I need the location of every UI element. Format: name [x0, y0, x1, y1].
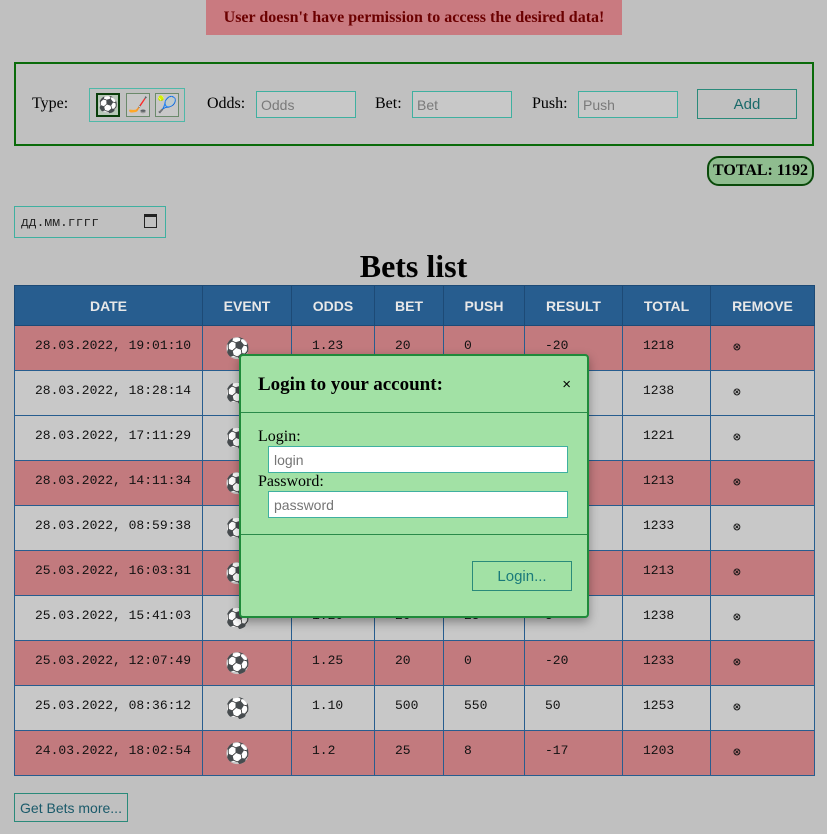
cell-date: 28.03.2022, 19:01:10: [14, 325, 203, 371]
cell-date: 28.03.2022, 08:59:38: [14, 505, 203, 551]
table-header-row: DATE EVENT ODDS BET PUSH RESULT TOTAL RE…: [14, 285, 815, 326]
cell-date: 25.03.2022, 16:03:31: [14, 550, 203, 596]
cell-odds: 1.2: [291, 730, 375, 776]
password-input[interactable]: [268, 491, 568, 518]
cell-total: 1213: [622, 460, 711, 506]
cell-bet: 500: [374, 685, 444, 731]
cell-total: 1221: [622, 415, 711, 461]
cell-total: 1203: [622, 730, 711, 776]
col-header-push[interactable]: PUSH: [443, 285, 525, 326]
push-label: Push:: [532, 95, 568, 112]
cell-push: 550: [443, 685, 525, 731]
soccer-ball-icon: ⚽: [202, 640, 292, 686]
remove-icon[interactable]: ⊗: [710, 460, 815, 506]
col-header-odds[interactable]: ODDS: [291, 285, 375, 326]
tennis-racket-icon[interactable]: 🎾: [155, 93, 179, 117]
close-icon[interactable]: ×: [562, 376, 571, 393]
cell-date: 25.03.2022, 12:07:49: [14, 640, 203, 686]
cell-result: -17: [524, 730, 623, 776]
total-badge: TOTAL: 1192: [707, 156, 814, 186]
col-header-date[interactable]: DATE: [14, 285, 203, 326]
cell-result: -20: [524, 640, 623, 686]
col-header-event[interactable]: EVENT: [202, 285, 292, 326]
table-row: 24.03.2022, 18:02:54 ⚽ 1.2 25 8 -17 1203 ⊗: [14, 730, 815, 776]
cell-total: 1218: [622, 325, 711, 371]
permission-alert: User doesn't have permission to access t…: [206, 0, 622, 35]
login-submit-button[interactable]: Login...: [472, 561, 572, 591]
col-header-total[interactable]: TOTAL: [622, 285, 711, 326]
page-title: Bets list: [359, 248, 468, 284]
remove-icon[interactable]: ⊗: [710, 730, 815, 776]
cell-total: 1238: [622, 595, 711, 641]
password-label: Password:: [258, 473, 324, 490]
cell-date: 28.03.2022, 14:11:34: [14, 460, 203, 506]
soccer-ball-icon[interactable]: ⚽: [96, 93, 120, 117]
cell-total: 1213: [622, 550, 711, 596]
login-modal: Login to your account: × Login: Password…: [239, 354, 589, 618]
type-label: Type:: [32, 95, 69, 112]
cell-push: 8: [443, 730, 525, 776]
remove-icon[interactable]: ⊗: [710, 505, 815, 551]
cell-bet: 20: [374, 640, 444, 686]
cell-date: 24.03.2022, 18:02:54: [14, 730, 203, 776]
cell-odds: 1.25: [291, 640, 375, 686]
remove-icon[interactable]: ⊗: [710, 370, 815, 416]
table-row: 25.03.2022, 12:07:49 ⚽ 1.25 20 0 -20 1233 ⊗: [14, 640, 815, 686]
bet-label: Bet:: [375, 95, 402, 112]
remove-icon[interactable]: ⊗: [710, 550, 815, 596]
add-button[interactable]: Add: [697, 89, 797, 119]
cell-total: 1238: [622, 370, 711, 416]
cell-bet: 25: [374, 730, 444, 776]
cell-total: 1233: [622, 505, 711, 551]
add-bet-form: Type: ⚽ 🏒 🎾 Odds: Bet: Push: Add: [14, 62, 814, 146]
date-filter-placeholder: дд.мм.гггг: [21, 214, 100, 230]
login-input[interactable]: [268, 446, 568, 473]
cell-date: 25.03.2022, 08:36:12: [14, 685, 203, 731]
cell-odds: 1.10: [291, 685, 375, 731]
modal-title: Login to your account:: [258, 374, 443, 395]
cell-date: 28.03.2022, 18:28:14: [14, 370, 203, 416]
soccer-ball-icon: ⚽: [202, 730, 292, 776]
type-selector: ⚽ 🏒 🎾: [89, 88, 185, 122]
col-header-remove: REMOVE: [710, 285, 815, 326]
date-filter-input[interactable]: дд.мм.гггг: [14, 206, 166, 238]
push-input[interactable]: [578, 91, 678, 118]
col-header-bet[interactable]: BET: [374, 285, 444, 326]
get-more-bets-button[interactable]: Get Bets more...: [14, 793, 128, 822]
cell-push: 0: [443, 640, 525, 686]
remove-icon[interactable]: ⊗: [710, 640, 815, 686]
odds-label: Odds:: [207, 95, 246, 112]
remove-icon[interactable]: ⊗: [710, 325, 815, 371]
login-label: Login:: [258, 428, 301, 445]
col-header-result[interactable]: RESULT: [524, 285, 623, 326]
soccer-ball-icon: ⚽: [202, 685, 292, 731]
remove-icon[interactable]: ⊗: [710, 595, 815, 641]
odds-input[interactable]: [256, 91, 356, 118]
table-row: 25.03.2022, 08:36:12 ⚽ 1.10 500 550 50 1253 ⊗: [14, 685, 815, 731]
cell-date: 25.03.2022, 15:41:03: [14, 595, 203, 641]
remove-icon[interactable]: ⊗: [710, 415, 815, 461]
calendar-icon[interactable]: [144, 214, 157, 228]
cell-total: 1253: [622, 685, 711, 731]
cell-result: 50: [524, 685, 623, 731]
remove-icon[interactable]: ⊗: [710, 685, 815, 731]
hockey-stick-icon[interactable]: 🏒: [126, 93, 150, 117]
cell-total: 1233: [622, 640, 711, 686]
cell-date: 28.03.2022, 17:11:29: [14, 415, 203, 461]
modal-divider-bottom: [241, 534, 587, 535]
modal-divider-top: [241, 412, 587, 413]
bet-input[interactable]: [412, 91, 512, 118]
